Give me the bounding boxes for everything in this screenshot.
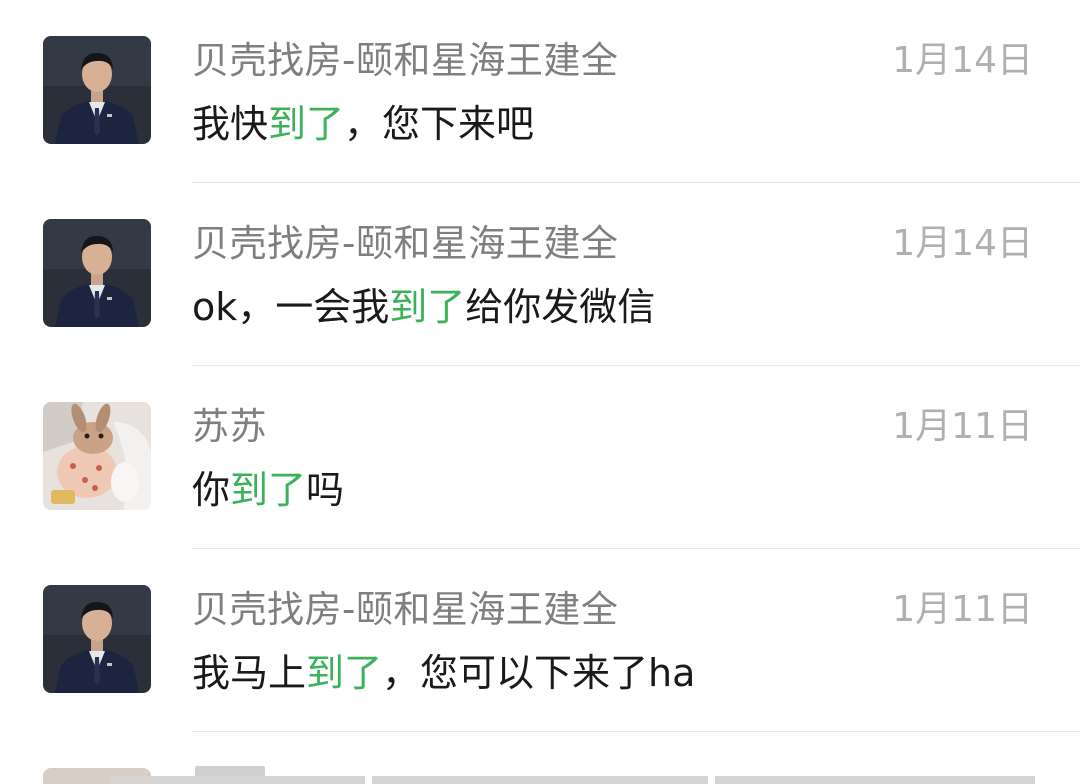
message-date: 1月11日 xyxy=(892,589,1033,630)
message-preview: 我马上到了，您可以下来了ha xyxy=(192,649,695,697)
agent-portrait-icon[interactable] xyxy=(43,36,151,144)
scroll-overlay-bar xyxy=(110,776,365,784)
message-preview: 你到了吗 xyxy=(192,466,344,514)
contact-name: 贝壳找房-颐和星海王建全 xyxy=(192,588,619,631)
message-preview: ok，一会我到了给你发微信 xyxy=(192,283,655,331)
agent-portrait-icon[interactable] xyxy=(43,219,151,327)
message-text: 你 xyxy=(192,468,231,512)
contact-name: 贝壳找房-颐和星海王建全 xyxy=(192,39,619,82)
message-text: 给你发微信 xyxy=(465,285,656,329)
message-text: 吗 xyxy=(306,468,345,512)
contact-name: 贝壳找房-颐和星海王建全 xyxy=(192,222,619,265)
message-date: 1月14日 xyxy=(892,223,1033,264)
search-keyword-highlight: 到了 xyxy=(389,285,466,329)
search-keyword-highlight: 到了 xyxy=(268,102,345,146)
scroll-overlay-bar xyxy=(715,776,1035,784)
agent-portrait-icon[interactable] xyxy=(43,585,151,693)
divider xyxy=(192,731,1080,732)
conversation-item[interactable]: 贝壳找房-颐和星海王建全 1月14日 ok，一会我到了给你发微信 xyxy=(0,183,1080,366)
message-text: ，您下来吧 xyxy=(344,102,535,146)
contact-name: 苏苏 xyxy=(192,405,267,448)
search-keyword-highlight: 到了 xyxy=(230,468,307,512)
message-date: 1月14日 xyxy=(892,40,1033,81)
message-date: 1月11日 xyxy=(892,406,1033,447)
scroll-overlay-bar xyxy=(372,776,708,784)
message-preview: 我快到了，您下来吧 xyxy=(192,100,534,148)
rabbit-avatar-icon[interactable] xyxy=(43,402,151,510)
message-text: ，您可以下来了ha xyxy=(382,651,696,695)
message-text: 我马上 xyxy=(192,651,307,695)
message-text: 我快 xyxy=(192,102,269,146)
message-text: ok，一会我 xyxy=(192,285,390,329)
conversation-item[interactable]: 贝壳找房-颐和星海王建全 1月11日 我马上到了，您可以下来了ha xyxy=(0,549,1080,732)
conversation-item[interactable]: 苏苏 1月11日 你到了吗 xyxy=(0,366,1080,549)
search-keyword-highlight: 到了 xyxy=(306,651,383,695)
next-conversation-item-partial[interactable] xyxy=(0,766,1080,784)
conversation-item[interactable]: 贝壳找房-颐和星海王建全 1月14日 我快到了，您下来吧 xyxy=(0,0,1080,183)
